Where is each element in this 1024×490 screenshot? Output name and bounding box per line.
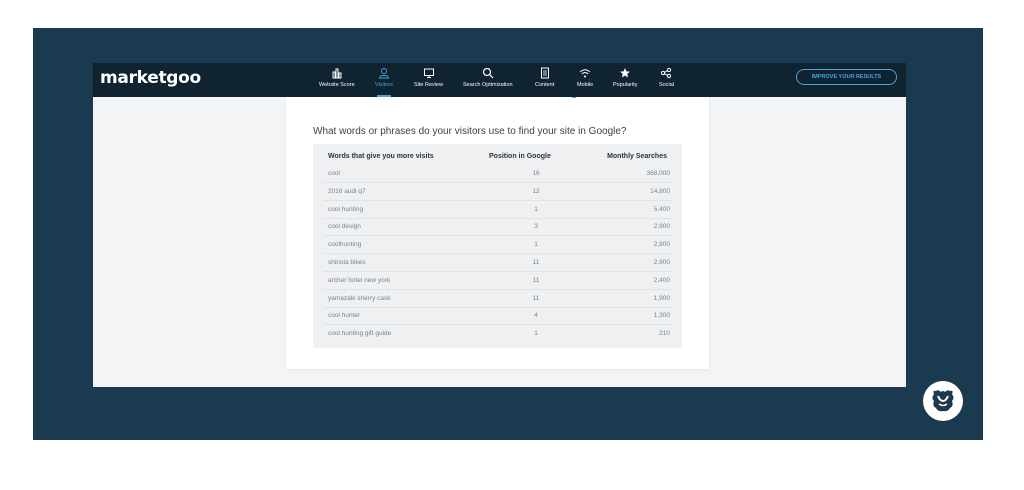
keyword-cell: cool: [328, 170, 340, 177]
user-icon: [378, 68, 390, 79]
table-row: cool hunter 4 1,300: [323, 307, 672, 326]
keyword-cell: 2016 audi q7: [328, 187, 366, 195]
monitor-icon: [423, 68, 434, 78]
keyword-cell: coolhunting: [328, 241, 362, 249]
nav-label: Site Review: [414, 82, 444, 88]
bar-chart-icon: [332, 68, 342, 79]
position-cell: 11: [532, 276, 540, 284]
searches-cell: 14,800: [650, 187, 670, 195]
keyword-cell: cool hunting: [328, 205, 364, 213]
share-icon: [661, 67, 672, 79]
column-header-searches: Monthly Searches: [607, 153, 667, 160]
table-row: cool hunting 1 5,400: [323, 201, 672, 219]
divider: [572, 97, 576, 98]
position-cell: 1: [534, 330, 538, 338]
nav-label: Content: [535, 82, 555, 88]
nav-content[interactable]: Content: [535, 63, 554, 97]
table-row: cool design 3 2,900: [323, 218, 672, 237]
nav-label: Mobile: [577, 82, 594, 88]
keyword-cell: yamazaki sherry cask: [328, 294, 391, 302]
nav-label: Popularity: [613, 82, 638, 88]
nav-site-review[interactable]: Site Review: [414, 63, 443, 97]
position-cell: 3: [534, 223, 538, 231]
nav-label: Search Optimization: [463, 82, 513, 88]
position-cell: 1: [534, 205, 538, 213]
searches-cell: 368,000: [646, 170, 671, 177]
keyword-cell: archer hotel new york: [328, 276, 391, 284]
table-row: coolhunting 1 2,900: [323, 236, 672, 255]
improve-results-button[interactable]: IMPROVE YOUR RESULTS: [796, 69, 897, 85]
app-window: marketgoo Website Score Visitors Site Re…: [93, 63, 906, 387]
keyword-cell: cool hunter: [328, 312, 361, 320]
column-header-words: Words that give you more visits: [328, 153, 434, 160]
table-row: 2016 audi q7 12 14,800: [323, 183, 672, 201]
keyword-cell: shinola bikes: [328, 259, 366, 266]
keywords-table: Words that give you more visits Position…: [313, 144, 682, 348]
searches-cell: 2,400: [653, 276, 670, 284]
position-cell: 4: [534, 312, 538, 320]
nav-website-score[interactable]: Website Score: [319, 63, 355, 97]
position-cell: 1: [534, 241, 538, 249]
searches-cell: 5,400: [653, 205, 670, 213]
searches-cell: 2,900: [653, 241, 670, 249]
keyword-cell: cool hunting gift guide: [328, 330, 392, 338]
nav-label: Website Score: [319, 82, 355, 88]
document-icon: [540, 67, 549, 79]
nav-visitors[interactable]: Visitors: [375, 63, 393, 97]
table-row: yamazaki sherry cask 11 1,900: [323, 290, 672, 308]
searches-cell: 2,900: [653, 223, 670, 231]
table-row: cool 16 368,000: [323, 165, 672, 183]
keyword-cell: cool design: [328, 223, 361, 231]
position-cell: 11: [532, 259, 540, 266]
searches-cell: 210: [659, 330, 670, 338]
table-row: cool hunting gift guide 1 210: [323, 325, 672, 343]
searches-cell: 1,900: [653, 294, 670, 302]
nav-search-optimization[interactable]: Search Optimization: [463, 63, 513, 97]
top-navigation-bar: marketgoo Website Score Visitors Site Re…: [93, 63, 906, 97]
table-row: shinola bikes 11 2,900: [323, 254, 672, 272]
nav-popularity[interactable]: Popularity: [613, 63, 637, 97]
position-cell: 16: [532, 170, 540, 177]
section-question: What words or phrases do your visitors u…: [313, 126, 627, 137]
search-icon: [482, 67, 494, 79]
marketgoo-logo[interactable]: marketgoo: [100, 68, 201, 88]
table-row: archer hotel new york 11 2,400: [323, 272, 672, 290]
chat-widget-button[interactable]: [923, 381, 963, 421]
keywords-card: What words or phrases do your visitors u…: [286, 97, 709, 369]
position-cell: 11: [532, 294, 540, 302]
searches-cell: 2,900: [653, 259, 670, 266]
star-icon: [620, 68, 631, 78]
nav-mobile[interactable]: Mobile: [577, 63, 593, 97]
position-cell: 12: [532, 187, 540, 195]
nav-label: Social: [659, 82, 674, 88]
searches-cell: 1,300: [653, 312, 670, 320]
nav-label: Visitors: [375, 82, 393, 88]
nav-social[interactable]: Social: [659, 63, 674, 97]
monster-logo-icon: [932, 390, 954, 412]
column-header-position: Position in Google: [489, 153, 551, 160]
wifi-icon: [579, 69, 591, 78]
